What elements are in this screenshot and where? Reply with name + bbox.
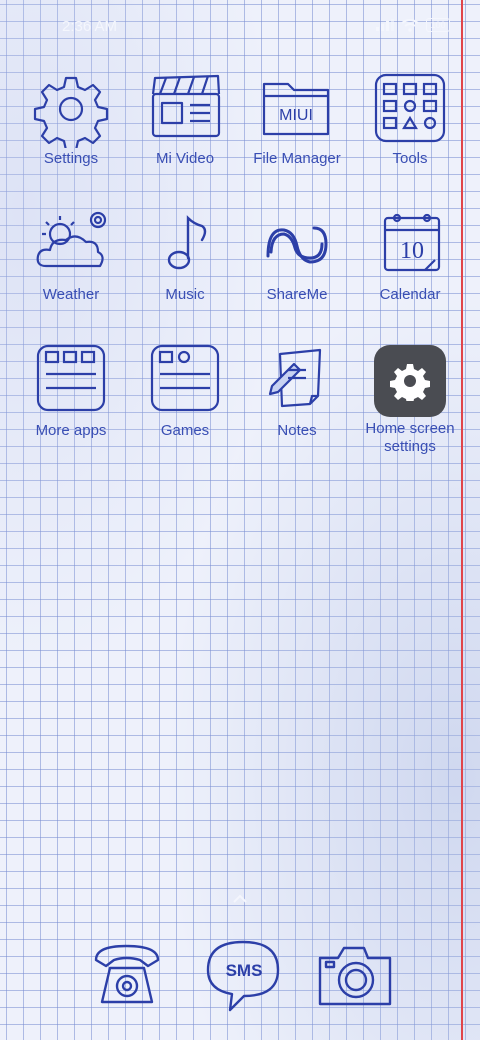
status-time: 2:36 AM xyxy=(62,18,118,35)
app-music[interactable]: Music xyxy=(127,206,243,304)
app-label: Notes xyxy=(277,422,317,439)
app-calendar[interactable]: 10 Calendar xyxy=(352,206,468,304)
app-weather[interactable]: Weather xyxy=(13,206,129,304)
signal-icon xyxy=(376,19,394,31)
tools-folder-icon xyxy=(374,73,446,143)
app-notes[interactable]: Notes xyxy=(239,342,355,440)
app-games[interactable]: Games xyxy=(127,342,243,440)
status-icons: 100 xyxy=(376,18,450,32)
app-settings[interactable]: Settings xyxy=(13,70,129,168)
app-label: Games xyxy=(160,422,210,439)
app-label: Music xyxy=(165,286,205,303)
chevron-up-icon xyxy=(233,894,247,903)
gear-icon xyxy=(390,364,430,401)
clapperboard-icon xyxy=(151,74,221,138)
app-label: File Manager xyxy=(253,150,341,167)
app-label: Settings xyxy=(43,150,99,167)
app-tools[interactable]: Tools xyxy=(352,70,468,168)
cloud-sun-icon xyxy=(36,211,107,268)
battery-icon: 100 xyxy=(426,18,450,32)
app-label: Weather xyxy=(42,286,100,303)
speech-bubble-icon: SMS xyxy=(206,940,280,1012)
folder-badge-text: MIUI xyxy=(279,107,313,124)
app-file-manager[interactable]: MIUI File Manager xyxy=(239,70,355,168)
status-bar: 2:36 AM 100 xyxy=(0,0,480,54)
wifi-icon xyxy=(401,18,419,32)
app-mi-video[interactable]: Mi Video xyxy=(127,70,243,168)
app-label: More apps xyxy=(35,422,107,439)
app-home-screen-settings[interactable]: Home screen settings xyxy=(352,342,468,456)
music-note-icon xyxy=(167,215,207,270)
dock-phone[interactable] xyxy=(88,936,166,1019)
infinity-icon xyxy=(266,226,328,264)
dock-camera[interactable] xyxy=(316,936,394,1019)
app-label: Home screen settings xyxy=(365,420,455,455)
folder-icon: MIUI xyxy=(262,82,330,136)
gear-icon xyxy=(33,76,109,148)
app-more-apps[interactable]: More apps xyxy=(13,342,129,440)
camera-icon xyxy=(318,946,392,1006)
app-shareme[interactable]: ShareMe xyxy=(239,206,355,304)
notepad-pencil-icon xyxy=(268,348,322,408)
app-label: Mi Video xyxy=(155,150,215,167)
calendar-icon: 10 xyxy=(383,213,441,272)
games-folder-icon xyxy=(150,344,220,412)
app-label: Calendar xyxy=(379,286,441,303)
phone-icon xyxy=(94,944,160,1004)
settings-tile xyxy=(374,345,446,417)
calendar-date-text: 10 xyxy=(400,238,424,264)
dock-sms[interactable]: SMS xyxy=(204,936,282,1019)
app-label: Tools xyxy=(392,150,428,167)
sms-text: SMS xyxy=(226,961,263,980)
app-label: ShareMe xyxy=(266,286,328,303)
app-folder-icon xyxy=(36,344,106,412)
